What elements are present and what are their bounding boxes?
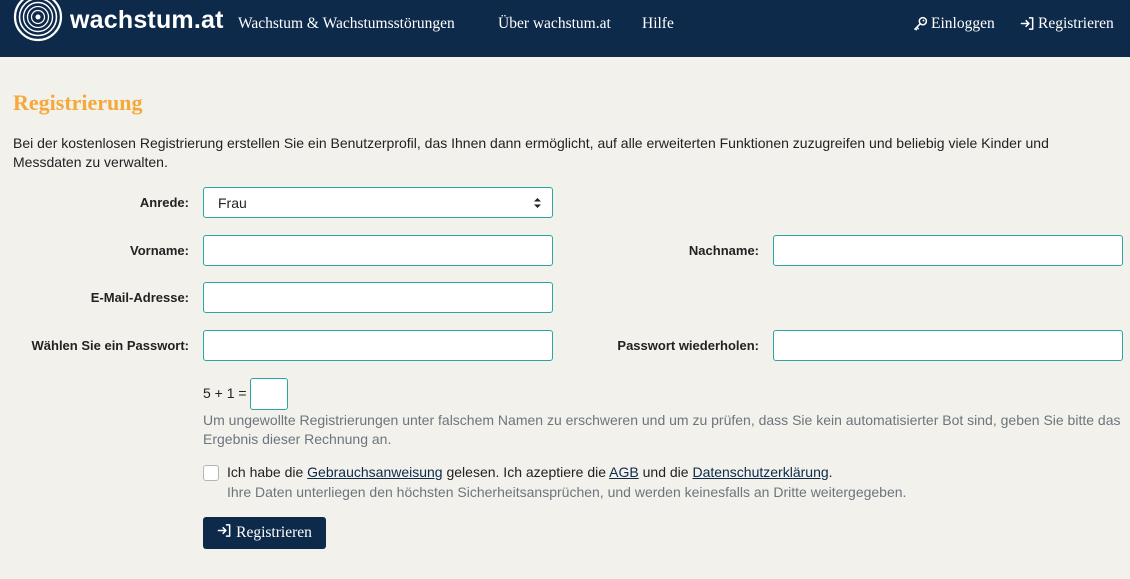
top-navbar: wachstum.at Wachstum & Wachstumsstörunge…: [0, 0, 1130, 57]
email-label: E-Mail-Adresse:: [90, 290, 189, 305]
manual-link[interactable]: Gebrauchsanweisung: [307, 464, 442, 480]
firstname-input[interactable]: [203, 235, 553, 266]
salutation-label: Anrede:: [139, 195, 189, 210]
password-label: Wählen Sie ein Passwort:: [31, 338, 190, 353]
captcha-question: 5 + 1 =: [203, 385, 247, 401]
select-arrows-icon: [534, 198, 541, 208]
email-input[interactable]: [203, 282, 553, 313]
terms-text: Ich habe die Gebrauchsanweisung gelesen.…: [227, 464, 833, 480]
password-repeat-input[interactable]: [773, 330, 1123, 361]
tree-rings-logo-icon[interactable]: [13, 0, 63, 42]
lastname-input[interactable]: [773, 235, 1123, 266]
nav-link-ueber[interactable]: Über wachstum.at: [498, 15, 611, 33]
captcha-help-text: Um ungewollte Registrierungen unter fals…: [203, 412, 1121, 447]
page-title: Registrierung: [13, 90, 143, 115]
terms-checkbox[interactable]: [203, 465, 219, 481]
register-label: Registrieren: [1038, 15, 1114, 32]
terms-text-part4: .: [828, 464, 833, 480]
login-link[interactable]: Einloggen: [913, 15, 995, 36]
register-submit-button[interactable]: Registrieren: [203, 517, 326, 549]
brand-name[interactable]: wachstum.at: [70, 6, 224, 35]
register-submit-label: Registrieren: [236, 524, 312, 541]
password-repeat-label: Passwort wiederholen:: [617, 338, 759, 353]
sign-in-icon: [217, 523, 232, 543]
nav-link-hilfe[interactable]: Hilfe: [642, 15, 674, 33]
login-label: Einloggen: [931, 15, 995, 32]
terms-text-part2: gelesen. Ich azeptiere die: [442, 464, 610, 480]
agb-link[interactable]: AGB: [609, 464, 639, 480]
firstname-label: Vorname:: [130, 243, 189, 258]
captcha-input[interactable]: [250, 378, 288, 410]
salutation-value: Frau: [218, 195, 247, 211]
lastname-label: Nachname:: [688, 243, 759, 258]
terms-text-part3: und die: [638, 464, 693, 480]
nav-link-wachstum[interactable]: Wachstum & Wachstumsstörungen: [238, 15, 455, 33]
salutation-select[interactable]: Frau: [203, 187, 553, 218]
terms-text-part1: Ich habe die: [227, 464, 308, 480]
password-input[interactable]: [203, 330, 553, 361]
key-icon: [913, 16, 928, 36]
register-link[interactable]: Registrieren: [1020, 15, 1114, 36]
intro-text: Bei der kostenlosen Registrierung erstel…: [13, 135, 1049, 170]
privacy-link[interactable]: Datenschutzerklärung: [692, 464, 828, 480]
terms-help-text: Ihre Daten unterliegen den höchsten Sich…: [227, 484, 907, 500]
sign-in-icon: [1020, 16, 1035, 36]
